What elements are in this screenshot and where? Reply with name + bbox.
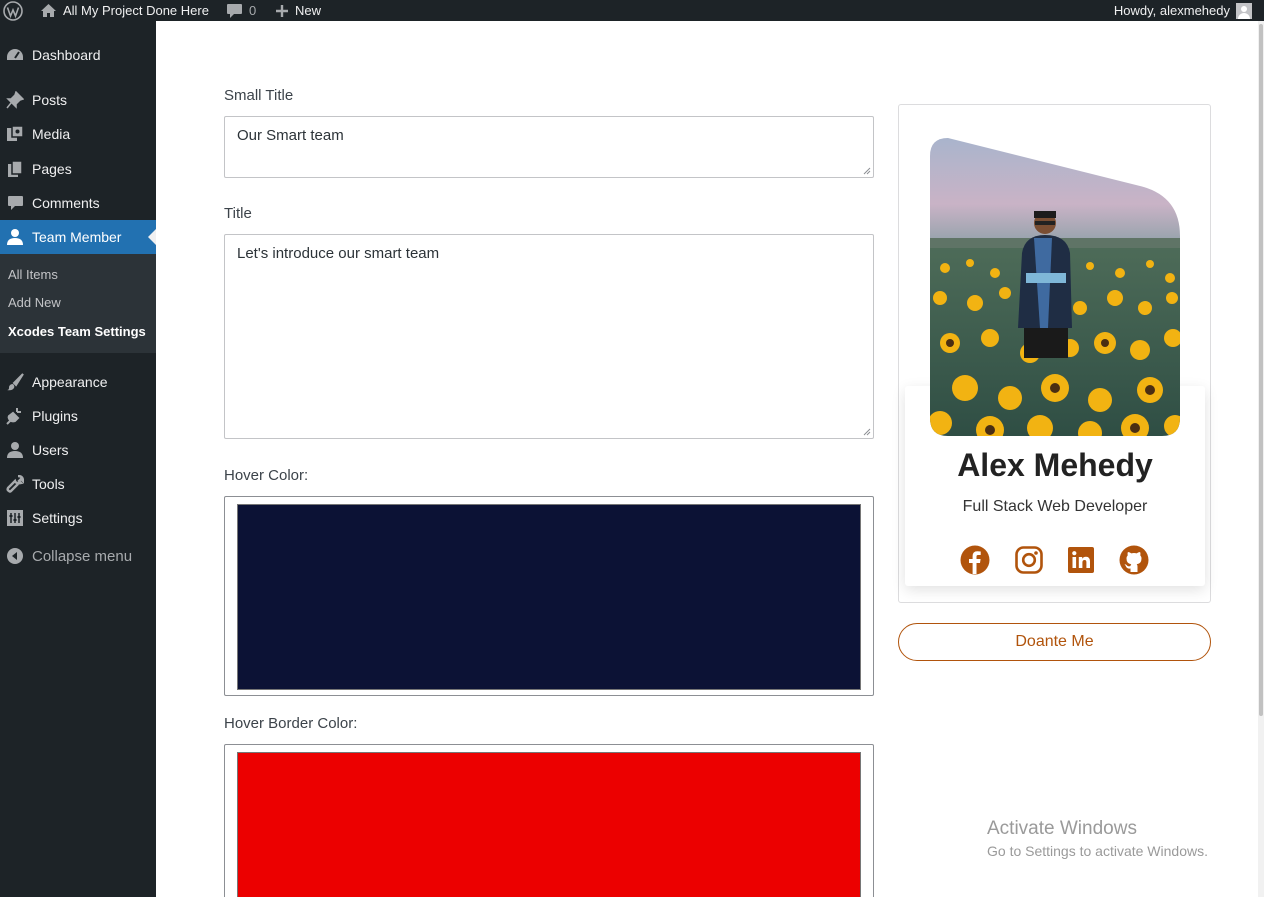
linkedin-icon[interactable] (1066, 545, 1096, 575)
account-label: Howdy, alexmehedy (1113, 3, 1230, 18)
sidebar-item-settings[interactable]: Settings (0, 501, 156, 535)
hover-color-input[interactable] (224, 496, 874, 696)
activate-windows-title: Activate Windows (987, 818, 1137, 839)
sidebar-item-label: Dashboard (32, 47, 101, 63)
collapse-arrow-icon (5, 546, 25, 566)
github-icon[interactable] (1119, 545, 1149, 575)
sidebar-item-label: Media (32, 126, 71, 142)
pages-icon (5, 159, 25, 179)
member-name: Alex Mehedy (957, 447, 1153, 483)
media-icon (5, 124, 25, 144)
resize-handle-icon[interactable] (863, 428, 871, 436)
sidebar-item-tools[interactable]: Tools (0, 467, 156, 501)
sidebar-item-label: Settings (32, 510, 83, 526)
new-content-link[interactable]: New (275, 0, 321, 21)
sidebar-item-dashboard[interactable]: Dashboard (0, 38, 156, 72)
sidebar-item-label: Tools (32, 476, 65, 492)
hover-color-swatch[interactable] (237, 504, 861, 690)
submenu-item-xcodes-team-settings[interactable]: Xcodes Team Settings (8, 324, 146, 339)
sidebar-item-label: Plugins (32, 408, 78, 424)
title-input[interactable]: Let's introduce our smart team (224, 234, 874, 439)
sidebar-item-comments[interactable]: Comments (0, 186, 156, 220)
new-label: New (295, 3, 322, 18)
pin-icon (5, 90, 25, 110)
member-role: Full Stack Web Developer (962, 498, 1148, 515)
sidebar-item-label: Pages (32, 161, 72, 177)
title-label: Title (224, 205, 252, 222)
brush-icon (5, 372, 25, 392)
collapse-menu-label: Collapse menu (32, 547, 133, 565)
facebook-icon[interactable] (960, 545, 990, 575)
collapse-menu-button[interactable]: Collapse menu (0, 539, 156, 573)
sidebar-item-team-member[interactable]: Team Member (0, 220, 156, 254)
resize-handle-icon[interactable] (863, 167, 871, 175)
plugin-icon (5, 406, 25, 426)
account-menu[interactable]: Howdy, alexmehedy (1114, 0, 1252, 21)
sidebar-item-label: Team Member (32, 229, 122, 245)
hover-border-color-label: Hover Border Color: (224, 715, 358, 732)
sidebar-item-users[interactable]: Users (0, 433, 156, 467)
sidebar-item-label: Appearance (32, 374, 108, 390)
activate-windows-subtitle: Go to Settings to activate Windows. (987, 843, 1208, 859)
settings-icon (5, 508, 25, 528)
users-icon (5, 440, 25, 460)
small-title-input[interactable]: Our Smart team (224, 116, 874, 178)
admin-sidebar: Dashboard Posts Media Pages Comments Tea… (0, 21, 156, 897)
sidebar-item-media[interactable]: Media (0, 117, 156, 151)
admin-bar: All My Project Done Here 0 New Howdy, al… (0, 0, 1264, 21)
sidebar-item-plugins[interactable]: Plugins (0, 399, 156, 433)
home-icon (40, 3, 57, 18)
site-name-link[interactable]: All My Project Done Here (40, 0, 209, 21)
user-icon (5, 227, 25, 247)
team-member-submenu: All Items Add New Xcodes Team Settings (0, 254, 156, 353)
hover-border-color-swatch[interactable] (237, 752, 861, 897)
hover-border-color-input[interactable] (224, 744, 874, 897)
wrench-icon (5, 474, 25, 494)
sidebar-item-label: Comments (32, 195, 100, 211)
sidebar-item-pages[interactable]: Pages (0, 152, 156, 186)
donate-button[interactable]: Doante Me (898, 623, 1211, 661)
instagram-icon[interactable] (1014, 545, 1044, 575)
sidebar-item-posts[interactable]: Posts (0, 83, 156, 117)
comments-count: 0 (249, 3, 257, 18)
small-title-label: Small Title (224, 87, 294, 104)
comments-link[interactable]: 0 (226, 0, 256, 21)
plus-icon (275, 4, 289, 18)
site-name-label: All My Project Done Here (63, 3, 209, 18)
submenu-item-all-items[interactable]: All Items (8, 267, 58, 282)
comment-bubble-icon (226, 3, 243, 19)
wordpress-logo-icon[interactable] (3, 0, 23, 21)
hover-color-label: Hover Color: (224, 467, 309, 484)
small-title-value: Our Smart team (237, 127, 344, 144)
sidebar-item-label: Posts (32, 92, 68, 108)
sidebar-item-label: Users (32, 442, 69, 458)
avatar (1236, 2, 1252, 19)
sidebar-item-appearance[interactable]: Appearance (0, 365, 156, 399)
page-scrollbar-thumb[interactable] (1259, 24, 1263, 716)
dashboard-icon (5, 45, 25, 65)
title-value: Let's introduce our smart team (237, 245, 440, 262)
submenu-item-add-new[interactable]: Add New (8, 295, 61, 310)
comment-icon (5, 193, 25, 213)
